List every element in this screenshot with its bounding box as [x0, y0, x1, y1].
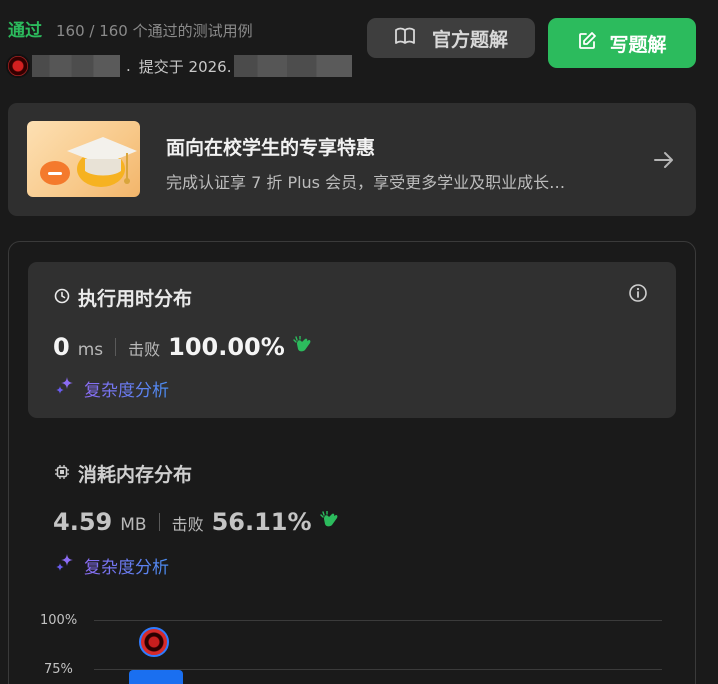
runtime-value: 0: [53, 333, 70, 361]
official-solution-label: 官方题解: [431, 28, 508, 51]
official-solution-button[interactable]: 官方题解: [367, 18, 535, 58]
runtime-complexity-label: 复杂度分析: [84, 376, 169, 401]
runtime-title-label: 执行用时分布: [78, 288, 193, 310]
metric-divider: [115, 338, 117, 356]
runtime-beat-label: 击败: [128, 340, 161, 359]
edit-icon: [577, 31, 597, 56]
graduation-cap-illustration: [27, 121, 140, 197]
memory-complexity-link[interactable]: 复杂度分析: [54, 552, 169, 579]
user-avatar[interactable]: [6, 54, 30, 78]
test-case-count: 160 / 160 个通过的测试用例: [56, 22, 253, 40]
memory-title: 消耗内存分布: [54, 460, 192, 487]
runtime-percent: 100.00%: [168, 333, 285, 361]
submission-dot: .: [126, 57, 131, 75]
clock-icon: [54, 287, 70, 309]
status-line: 通过 160 / 160 个通过的测试用例: [8, 16, 253, 41]
submission-result-page: 通过 160 / 160 个通过的测试用例 . 提交于 2026. 官方题解 写…: [0, 0, 718, 684]
sparkle-icon: [54, 552, 76, 579]
promo-title: 面向在校学生的专享特惠: [166, 137, 376, 159]
memory-beat-label: 击败: [171, 515, 204, 534]
submission-time: 提交于 2026.: [138, 57, 232, 76]
runtime-unit: ms: [77, 340, 104, 360]
memory-metric: 4.59 MB 击败 56.11%: [53, 508, 340, 536]
y-tick-label: 75%: [44, 662, 73, 677]
runtime-title: 执行用时分布: [54, 284, 192, 311]
write-solution-button[interactable]: 写题解: [548, 18, 696, 68]
redacted-username: [32, 55, 120, 77]
status-accepted: 通过: [8, 21, 42, 41]
runtime-metric: 0 ms 击败 100.00%: [53, 333, 313, 361]
write-solution-label: 写题解: [609, 33, 667, 56]
grid-line: [94, 620, 662, 621]
memory-title-label: 消耗内存分布: [78, 464, 193, 486]
y-tick-label: 100%: [40, 613, 78, 628]
info-icon[interactable]: [628, 283, 648, 307]
memory-unit: MB: [120, 515, 147, 535]
memory-complexity-label: 复杂度分析: [84, 553, 169, 578]
book-icon: [394, 26, 416, 51]
promo-subtitle: 完成认证享 7 折 Plus 会员，享受更多学业及职业成长…: [166, 173, 566, 192]
clap-icon: [293, 335, 313, 358]
redacted-date: [233, 55, 352, 77]
distribution-bar[interactable]: [129, 670, 183, 684]
metric-divider: [158, 513, 160, 531]
chart-user-avatar: [139, 627, 169, 657]
memory-percent: 56.11%: [211, 508, 312, 536]
clap-icon: [319, 510, 340, 533]
memory-value: 4.59: [53, 508, 113, 536]
sparkle-icon: [54, 375, 76, 402]
chip-icon: [54, 463, 70, 485]
submission-info: . 提交于 2026.: [6, 53, 352, 79]
runtime-complexity-link[interactable]: 复杂度分析: [54, 375, 169, 402]
arrow-right-icon: [652, 148, 676, 176]
student-promo-banner[interactable]: 面向在校学生的专享特惠 完成认证享 7 折 Plus 会员，享受更多学业及职业成…: [8, 103, 696, 216]
